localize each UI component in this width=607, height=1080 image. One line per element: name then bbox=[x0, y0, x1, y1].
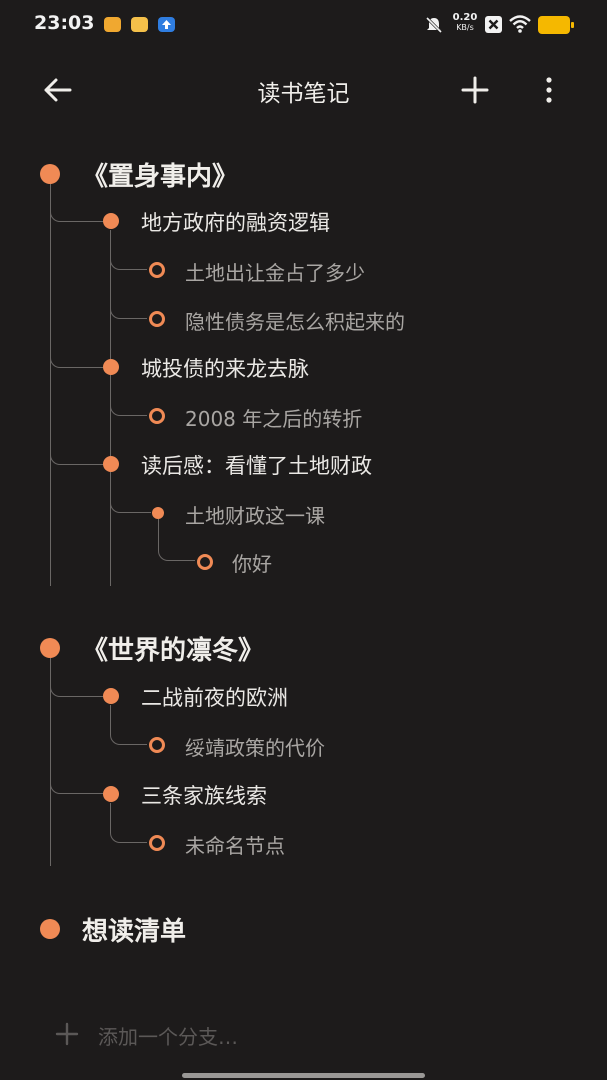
add-branch-row[interactable]: 添加一个分支… bbox=[55, 1019, 375, 1053]
home-indicator[interactable] bbox=[182, 1073, 425, 1078]
network-speed-unit: KB/s bbox=[456, 23, 474, 32]
tree-connector bbox=[50, 772, 103, 794]
tree-connector bbox=[110, 300, 147, 319]
node-bullet[interactable] bbox=[40, 919, 60, 939]
node-bullet-leaf[interactable] bbox=[149, 311, 165, 327]
tree-node-leaf[interactable]: 未命名节点 bbox=[185, 830, 285, 859]
battery-icon bbox=[538, 16, 574, 34]
node-bullet[interactable] bbox=[40, 638, 60, 658]
app-notification-icon bbox=[131, 17, 148, 32]
tree-connector bbox=[50, 442, 103, 465]
node-bullet-leaf[interactable] bbox=[197, 554, 213, 570]
tree-node-leaf[interactable]: 土地出让金占了多少 bbox=[185, 257, 365, 286]
tree-connector bbox=[158, 519, 195, 561]
tree-node-chapter[interactable]: 城投债的来龙去脉 bbox=[141, 353, 309, 383]
node-bullet-leaf[interactable] bbox=[149, 835, 165, 851]
tree-connector bbox=[50, 184, 51, 586]
tree-node-leaf[interactable]: 隐性债务是怎么积起来的 bbox=[185, 306, 405, 335]
tree-connector bbox=[110, 230, 111, 310]
node-bullet-leaf[interactable] bbox=[149, 262, 165, 278]
node-bullet[interactable] bbox=[103, 456, 119, 472]
tree-node-leaf[interactable]: 土地财政这一课 bbox=[185, 500, 325, 529]
network-speed-value: 0.20 bbox=[452, 12, 478, 23]
status-time: 23:03 bbox=[34, 12, 95, 34]
tree-node-chapter[interactable]: 二战前夜的欧洲 bbox=[141, 682, 288, 712]
node-bullet[interactable] bbox=[152, 507, 164, 519]
tree-connector bbox=[110, 376, 147, 416]
tree-node-leaf[interactable]: 绥靖政策的代价 bbox=[185, 732, 325, 761]
mute-icon bbox=[424, 15, 444, 35]
tree-node-book-title[interactable]: 想读清单 bbox=[82, 911, 186, 948]
page-title: 读书笔记 bbox=[257, 81, 350, 107]
node-bullet-leaf[interactable] bbox=[149, 737, 165, 753]
add-branch-input[interactable]: 添加一个分支… bbox=[98, 1021, 238, 1050]
close-box-icon bbox=[485, 16, 502, 33]
wifi-icon bbox=[508, 14, 532, 34]
network-speed: 0.20 KB/s bbox=[452, 13, 478, 33]
tree-connector bbox=[50, 676, 103, 697]
tree-node-chapter[interactable]: 地方政府的融资逻辑 bbox=[141, 207, 330, 237]
tree-connector bbox=[50, 345, 103, 368]
node-bullet[interactable] bbox=[103, 786, 119, 802]
tree-connector bbox=[110, 803, 147, 843]
app-notification-icon bbox=[104, 17, 121, 32]
plus-icon bbox=[55, 1022, 79, 1046]
tree-connector bbox=[110, 252, 147, 270]
tree-node-chapter[interactable]: 三条家族线索 bbox=[141, 780, 267, 810]
tree-connector bbox=[110, 705, 147, 745]
tree-connector bbox=[50, 200, 103, 222]
more-options-button[interactable] bbox=[537, 72, 561, 108]
add-button[interactable] bbox=[457, 72, 493, 108]
node-bullet[interactable] bbox=[40, 164, 60, 184]
tree-node-book-title[interactable]: 《置身事内》 bbox=[82, 156, 238, 193]
tree-node-chapter[interactable]: 读后感：看懂了土地财政 bbox=[141, 450, 372, 480]
tree-node-leaf[interactable]: 你好 bbox=[232, 548, 272, 577]
node-bullet[interactable] bbox=[103, 213, 119, 229]
tree-node-book-title[interactable]: 《世界的凛冬》 bbox=[82, 630, 264, 667]
node-bullet[interactable] bbox=[103, 688, 119, 704]
upload-icon bbox=[158, 17, 175, 32]
tree-connector bbox=[110, 473, 151, 513]
node-bullet[interactable] bbox=[103, 359, 119, 375]
tree-node-leaf[interactable]: 2008 年之后的转折 bbox=[185, 403, 362, 432]
more-vertical-icon bbox=[546, 77, 552, 103]
plus-icon bbox=[461, 76, 489, 104]
node-bullet-leaf[interactable] bbox=[149, 408, 165, 424]
